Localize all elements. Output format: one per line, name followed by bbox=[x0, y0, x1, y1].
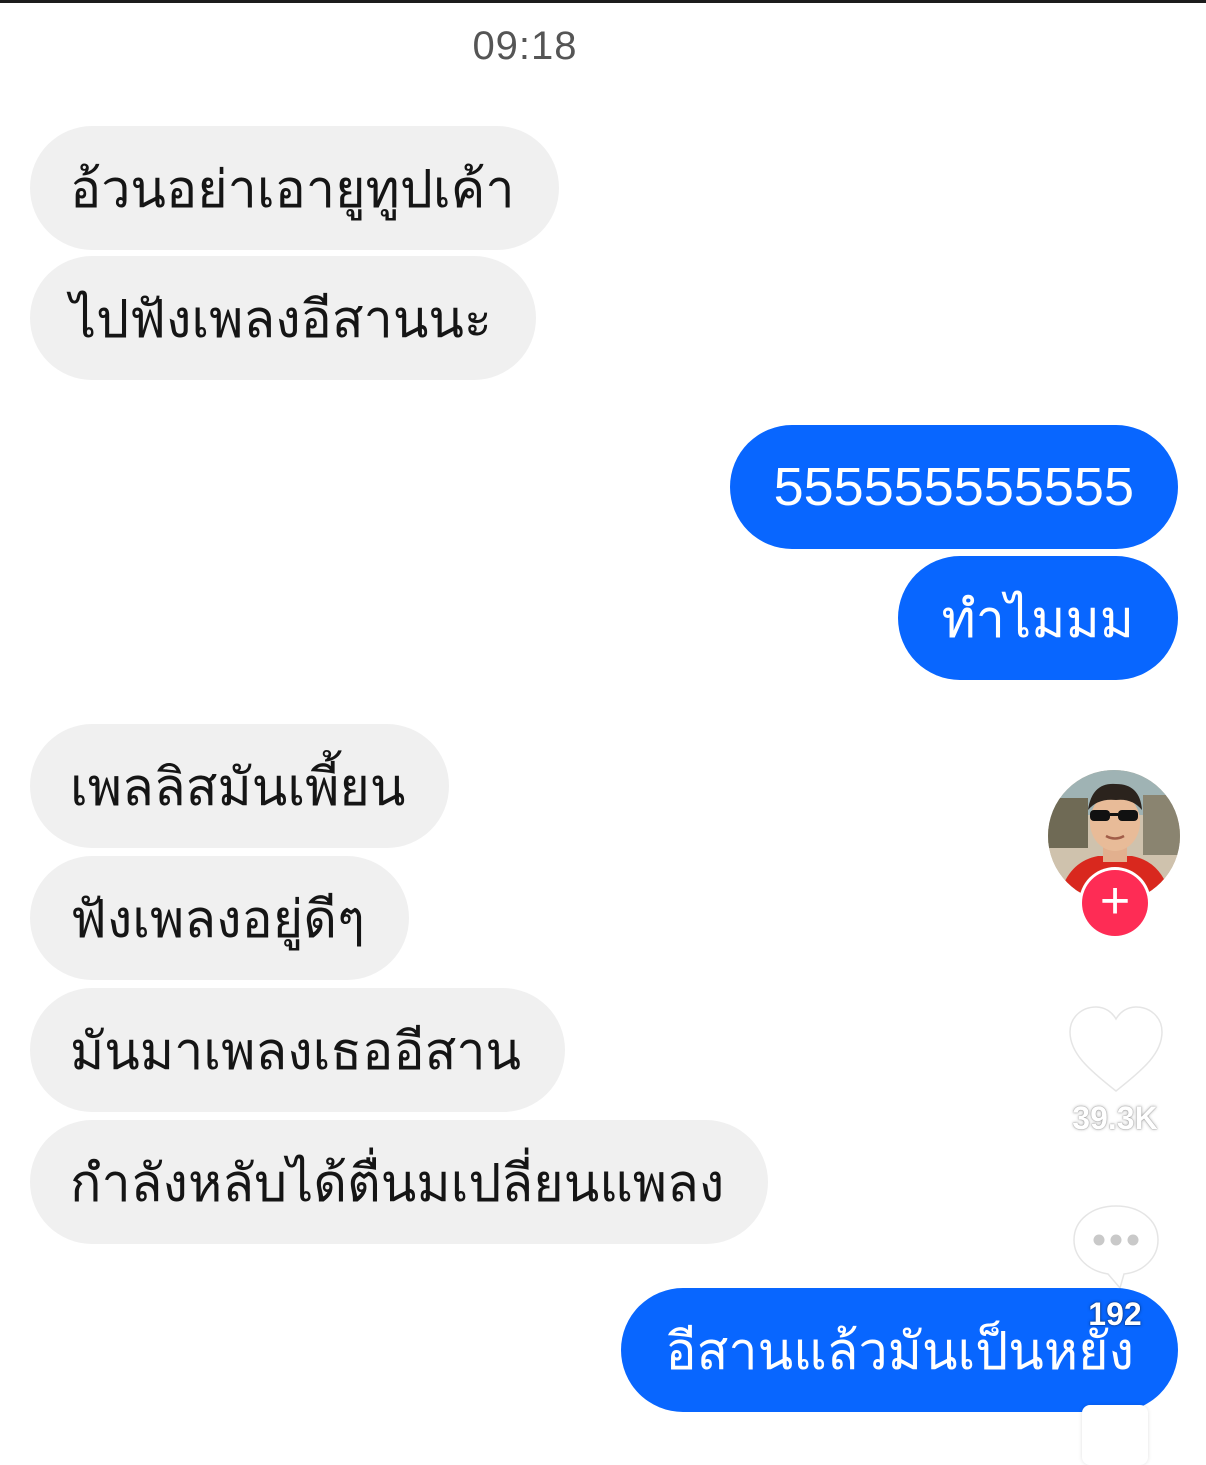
plus-icon: + bbox=[1099, 872, 1131, 930]
incoming-message[interactable]: ไปฟังเพลงอีสานนะ bbox=[30, 256, 536, 380]
message-text: มันมาเพลงเธออีสาน bbox=[70, 1021, 522, 1082]
message-text: อ้วนอย่าเอายูทูปเค้า bbox=[70, 159, 515, 220]
heart-icon[interactable] bbox=[1066, 1005, 1166, 1095]
share-button[interactable] bbox=[1082, 1405, 1148, 1465]
incoming-message[interactable]: มันมาเพลงเธออีสาน bbox=[30, 988, 566, 1112]
comment-count: 192 bbox=[1088, 1296, 1142, 1332]
top-divider bbox=[0, 0, 1206, 3]
message-text: เพลลิสมันเพี้ยน bbox=[70, 757, 406, 818]
message-text: กำลังหลับได้ตื่นมเปลี่ยนแพลง bbox=[70, 1153, 725, 1214]
message-text: ทำไมมม bbox=[941, 589, 1134, 650]
comment-icon[interactable] bbox=[1068, 1200, 1164, 1296]
incoming-message[interactable]: ฟังเพลงอยู่ดีๆ bbox=[30, 856, 409, 980]
message-text: 555555555555 bbox=[773, 457, 1134, 517]
message-text: ไปฟังเพลงอีสานนะ bbox=[70, 289, 492, 350]
follow-button[interactable]: + bbox=[1082, 870, 1148, 936]
incoming-message[interactable]: กำลังหลับได้ตื่นมเปลี่ยนแพลง bbox=[30, 1120, 769, 1244]
outgoing-message[interactable]: 555555555555 bbox=[729, 425, 1178, 549]
outgoing-message[interactable]: ทำไมมม bbox=[897, 556, 1178, 680]
like-count: 39.3K bbox=[1072, 1100, 1158, 1136]
incoming-message[interactable]: เพลลิสมันเพี้ยน bbox=[30, 724, 450, 848]
message-text: ฟังเพลงอยู่ดีๆ bbox=[70, 889, 365, 950]
incoming-message[interactable]: อ้วนอย่าเอายูทูปเค้า bbox=[30, 126, 559, 250]
message-timestamp: 09:18 bbox=[472, 24, 578, 68]
